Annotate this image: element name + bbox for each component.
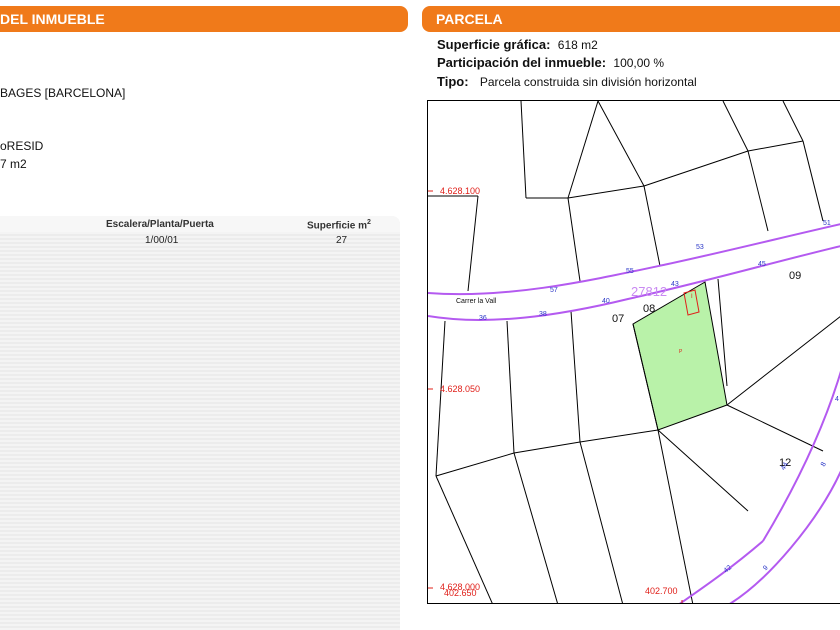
number-label: 43	[671, 281, 679, 288]
superficie-value: 618 m2	[557, 38, 598, 52]
coord-label-x-650: 402.650	[444, 588, 477, 598]
number-label: 38	[539, 311, 547, 318]
number-label: 4	[835, 396, 839, 403]
participacion-value: 100,00 %	[613, 56, 665, 70]
inmueble-header: DEL INMUEBLE	[0, 6, 408, 32]
coord-ticks	[428, 190, 683, 603]
address-text: BAGES [BARCELONA]	[0, 86, 126, 100]
table-cell-escalera: 1/00/01	[145, 235, 179, 246]
table-cell-superficie: 27	[336, 235, 348, 246]
tipo-value: Parcela construida sin división horizont…	[479, 75, 697, 89]
coord-label-y-100: 4.628.100	[440, 186, 481, 196]
parcel-boundaries	[428, 101, 840, 603]
number-label: 55	[626, 268, 634, 275]
number-label: 53	[696, 244, 704, 251]
participacion-label: Participación del inmueble:	[437, 55, 607, 70]
parcela-header: PARCELA	[422, 6, 840, 32]
map-svg	[428, 101, 840, 603]
parcel-label-07: 07	[612, 313, 625, 325]
cadastral-map[interactable]: Carrer la Vall 27812 07 08 09 12 I P 57 …	[427, 100, 840, 604]
col-escalera-header: Escalera/Planta/Puerta	[106, 219, 214, 230]
number-label: 51	[823, 220, 831, 227]
street-name-label: Carrer la Vall	[456, 298, 497, 305]
tipo-label: Tipo:	[437, 74, 469, 89]
units-table-header: Escalera/Planta/Puerta Superficie m2	[0, 216, 400, 232]
participacion-row: Participación del inmueble: 100,00 %	[437, 55, 664, 70]
number-label: 40	[602, 298, 610, 305]
number-label: 36	[479, 315, 487, 322]
number-label: 57	[550, 287, 558, 294]
tipo-row: Tipo: Parcela construida sin división ho…	[437, 74, 697, 89]
parcel-label-08: 08	[643, 303, 656, 315]
coord-label-x-700: 402.700	[645, 586, 678, 596]
parcel-label-09: 09	[789, 270, 802, 282]
block-number-label: 27812	[631, 284, 668, 299]
coord-label-y-050: 4.628.050	[440, 384, 481, 394]
col-superficie-header: Superficie m2	[307, 219, 371, 232]
parcel-letter: P	[679, 349, 683, 355]
number-label: 45	[758, 261, 766, 268]
surface-text: 7 m2	[0, 157, 27, 171]
units-table: Escalera/Planta/Puerta Superficie m2 1/0…	[0, 216, 400, 630]
street-lines	[428, 223, 840, 603]
superficie-label: Superficie gráfica:	[437, 37, 551, 52]
superficie-row: Superficie gráfica: 618 m2	[437, 37, 598, 52]
building-letter: I	[691, 294, 693, 300]
inmueble-header-title: DEL INMUEBLE	[0, 11, 105, 27]
use-text: oRESID	[0, 139, 44, 153]
parcela-header-title: PARCELA	[436, 11, 503, 27]
